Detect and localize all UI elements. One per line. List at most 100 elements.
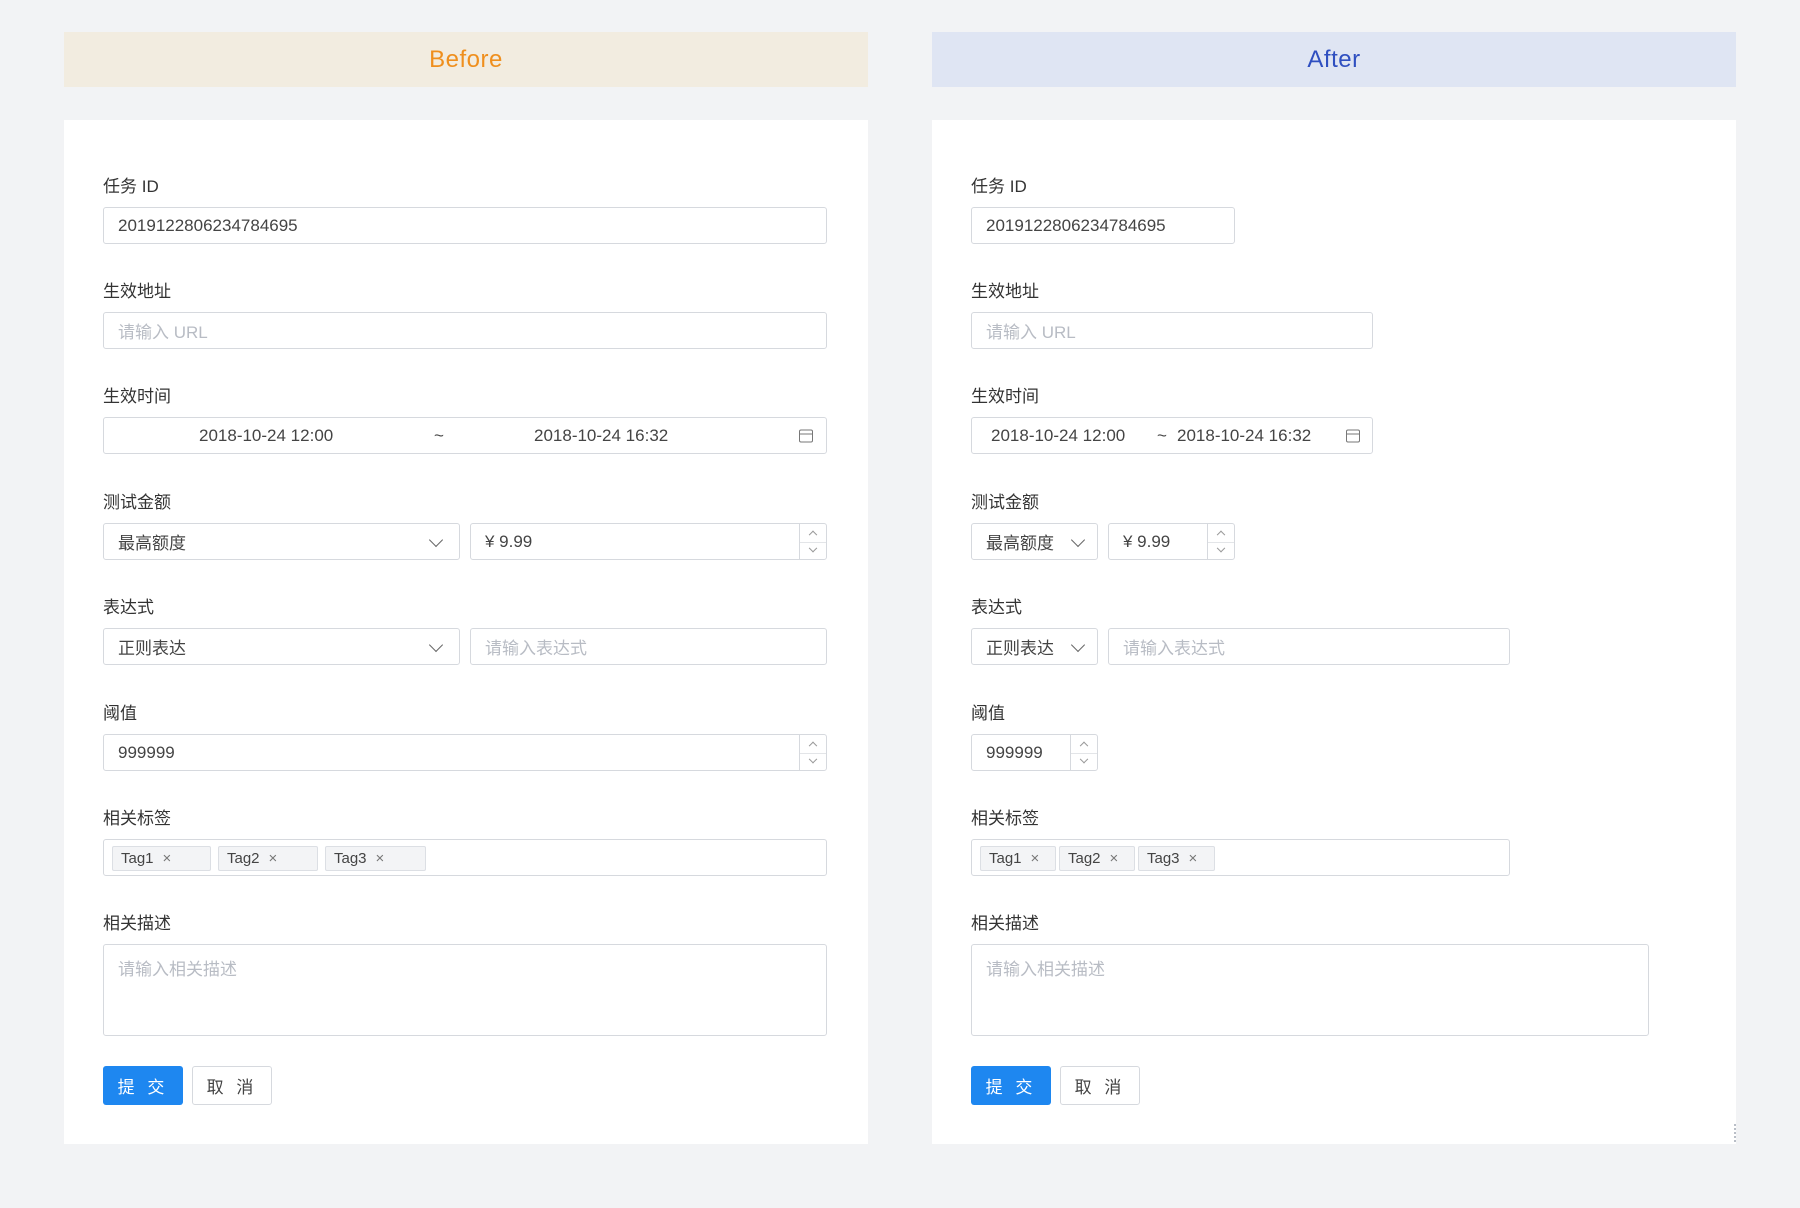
tags-label: 相关标签 [103,809,171,828]
description-textarea[interactable]: 请输入相关描述 [103,944,827,1036]
date-range-picker[interactable]: 2018-10-24 12:00 ~ 2018-10-24 16:32 [971,417,1373,454]
chevron-up-icon [808,741,818,750]
chevron-up-icon [1216,530,1226,539]
start-date[interactable]: 2018-10-24 12:00 [991,418,1125,453]
expression-input[interactable]: 请输入表达式 [470,628,827,665]
expression-type-select[interactable]: 正则表达 [971,628,1098,665]
after-banner: After [932,32,1736,87]
tags-input[interactable]: Tag1 × Tag2 × Tag3 × [971,839,1510,876]
before-title: Before [429,45,503,73]
close-icon[interactable]: × [1110,850,1119,867]
range-separator: ~ [434,425,444,445]
time-label: 生效时间 [103,387,171,406]
expression-type-select[interactable]: 正则表达 [103,628,460,665]
decrement-button[interactable] [800,753,826,771]
url-input[interactable]: 请输入 URL [971,312,1373,349]
date-range-picker[interactable]: 2018-10-24 12:00 ~ 2018-10-24 16:32 [103,417,827,454]
calendar-icon[interactable] [799,429,813,442]
threshold-value: 999999 [986,742,1043,762]
decrement-button[interactable] [800,542,826,560]
tag-label: Tag1 [121,850,154,867]
increment-button[interactable] [800,524,826,543]
close-icon[interactable]: × [1189,850,1198,867]
amount-type-value: 最高额度 [118,534,186,553]
chevron-up-icon [1079,741,1089,750]
amount-value: ¥ 9.99 [1123,531,1171,551]
threshold-stepper[interactable] [799,735,826,770]
end-date[interactable]: 2018-10-24 16:32 [1177,418,1311,453]
chevron-down-icon [808,755,818,764]
calendar-icon[interactable] [1346,429,1360,442]
before-banner: Before [64,32,868,87]
description-label: 相关描述 [103,914,171,933]
task-id-label: 任务 ID [971,177,1027,196]
url-input[interactable]: 请输入 URL [103,312,827,349]
threshold-stepper[interactable] [1070,735,1097,770]
after-form-panel: 任务 ID 2019122806234784695 生效地址 请输入 URL 生… [932,120,1736,1144]
amount-number-input[interactable]: ¥ 9.99 [470,523,827,560]
amount-type-select[interactable]: 最高额度 [971,523,1098,560]
threshold-input[interactable]: 999999 [971,734,1098,771]
cancel-button[interactable]: 取 消 [192,1066,272,1105]
tags-input[interactable]: Tag1 × Tag2 × Tag3 × [103,839,827,876]
description-placeholder: 请输入相关描述 [986,960,1105,979]
chevron-up-icon [808,530,818,539]
tag-label: Tag2 [227,850,260,867]
task-id-value: 2019122806234784695 [118,215,298,235]
tag-chip: Tag3 × [325,846,426,871]
range-separator: ~ [1157,425,1167,445]
expression-placeholder: 请输入表达式 [1123,639,1225,658]
submit-button[interactable]: 提 交 [971,1066,1051,1105]
amount-stepper[interactable] [799,524,826,559]
task-id-input[interactable]: 2019122806234784695 [971,207,1235,244]
tag-label: Tag3 [334,850,367,867]
amount-type-select[interactable]: 最高额度 [103,523,460,560]
url-label: 生效地址 [103,282,171,301]
resize-handle [1734,1124,1738,1142]
before-form-panel: 任务 ID 2019122806234784695 生效地址 请输入 URL 生… [64,120,868,1144]
description-placeholder: 请输入相关描述 [118,960,237,979]
time-label: 生效时间 [971,387,1039,406]
increment-button[interactable] [1071,735,1097,754]
start-date[interactable]: 2018-10-24 12:00 [199,418,333,453]
tag-chip: Tag2 × [1059,846,1135,871]
increment-button[interactable] [1208,524,1234,543]
decrement-button[interactable] [1208,542,1234,560]
task-id-label: 任务 ID [103,177,159,196]
threshold-label: 阈值 [971,704,1005,723]
amount-label: 测试金额 [971,493,1039,512]
description-textarea[interactable]: 请输入相关描述 [971,944,1649,1036]
increment-button[interactable] [800,735,826,754]
chevron-down-icon [428,532,444,547]
close-icon[interactable]: × [1031,850,1040,867]
close-icon[interactable]: × [269,850,278,867]
tag-label: Tag1 [989,850,1022,867]
chevron-down-icon [428,637,444,652]
close-icon[interactable]: × [376,850,385,867]
chevron-down-icon [1079,755,1089,764]
task-id-input[interactable]: 2019122806234784695 [103,207,827,244]
chevron-down-icon [1070,637,1086,652]
tag-chip: Tag3 × [1138,846,1215,871]
amount-value: ¥ 9.99 [485,531,533,551]
end-date[interactable]: 2018-10-24 16:32 [534,418,668,453]
chevron-down-icon [1216,544,1226,553]
url-placeholder: 请输入 URL [986,323,1076,342]
tag-label: Tag2 [1068,850,1101,867]
submit-button[interactable]: 提 交 [103,1066,183,1105]
expression-placeholder: 请输入表达式 [485,639,587,658]
url-label: 生效地址 [971,282,1039,301]
threshold-input[interactable]: 999999 [103,734,827,771]
expression-type-value: 正则表达 [986,639,1054,658]
amount-label: 测试金额 [103,493,171,512]
decrement-button[interactable] [1071,753,1097,771]
amount-stepper[interactable] [1207,524,1234,559]
amount-type-value: 最高额度 [986,534,1054,553]
amount-number-input[interactable]: ¥ 9.99 [1108,523,1235,560]
expression-label: 表达式 [971,598,1022,617]
chevron-down-icon [808,544,818,553]
close-icon[interactable]: × [163,850,172,867]
cancel-button[interactable]: 取 消 [1060,1066,1140,1105]
chevron-down-icon [1070,532,1086,547]
expression-input[interactable]: 请输入表达式 [1108,628,1510,665]
